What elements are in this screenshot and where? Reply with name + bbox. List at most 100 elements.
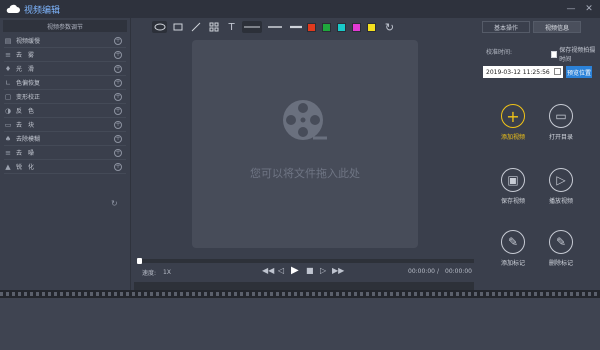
- preset-button[interactable]: 预览位置: [566, 66, 592, 78]
- save-icon: ▣: [501, 168, 525, 192]
- yellow-color-swatch[interactable]: [367, 22, 376, 32]
- rewind-icon[interactable]: ◀◀: [262, 266, 274, 275]
- add-effect-icon[interactable]: +: [114, 51, 122, 59]
- thin-line-icon[interactable]: [242, 21, 262, 33]
- time-separator: /: [437, 268, 440, 275]
- playback-controls: 速度: 1X ◀◀ ◁ ▶ ■ ▷ ▶▶ 00:00:00 / 00:00:00: [134, 263, 474, 281]
- layers-icon: ▤: [4, 36, 12, 45]
- sharpen-icon: ▲: [5, 162, 11, 171]
- add-effect-icon[interactable]: +: [114, 121, 122, 129]
- title-bar: 视频编辑 — ✕: [0, 0, 600, 18]
- window-controls: — ✕: [564, 2, 596, 16]
- effect-label: 视频缓慢: [16, 38, 41, 45]
- blur-icon: ♠: [4, 134, 12, 143]
- effect-item[interactable]: ♦ 光 滑 +: [4, 62, 126, 76]
- undo-icon[interactable]: ↻: [382, 21, 397, 34]
- ellipse-tool-icon[interactable]: [152, 21, 167, 33]
- red-color-swatch[interactable]: [307, 22, 316, 32]
- plus-icon: +: [501, 104, 525, 128]
- fast-forward-icon[interactable]: ▶▶: [332, 266, 344, 275]
- keep-time-option[interactable]: 保存视频拍摄时间: [551, 45, 600, 63]
- speed-label: 速度:: [142, 269, 157, 277]
- play-icon[interactable]: ▶: [291, 265, 299, 276]
- stop-icon[interactable]: ■: [306, 266, 314, 275]
- datetime-field[interactable]: 2019-03-12 11:25:56: [483, 66, 563, 78]
- save-video-label: 保存视频: [500, 198, 525, 205]
- cloud-logo-icon: [6, 4, 20, 14]
- effect-label: 变形校正: [16, 94, 41, 101]
- play-video-button[interactable]: ▷ 播放视频: [541, 168, 581, 205]
- magenta-color-swatch[interactable]: [352, 22, 361, 32]
- close-icon[interactable]: ✕: [582, 2, 596, 16]
- add-video-label: 添加视频: [500, 134, 525, 141]
- green-color-swatch[interactable]: [322, 22, 331, 32]
- add-effect-icon[interactable]: +: [114, 37, 122, 45]
- left-panel-header: 视频参数调节: [3, 20, 127, 32]
- time-current: 00:00:00: [408, 268, 435, 275]
- reset-icon[interactable]: ↻: [111, 199, 118, 208]
- draw-toolbar: T ↻: [152, 20, 404, 34]
- app-title: 视频编辑: [24, 5, 61, 16]
- control-bar-base: [134, 282, 474, 290]
- effect-item[interactable]: ∟ 色偏恢复 +: [4, 76, 126, 90]
- fog-icon: ≡: [5, 50, 11, 59]
- effect-label: 去 块: [16, 122, 35, 129]
- line-tool-icon[interactable]: [188, 21, 203, 33]
- add-effect-icon[interactable]: +: [114, 79, 122, 87]
- text-tool-icon[interactable]: T: [224, 21, 239, 33]
- effect-item[interactable]: ≡ 去 雾 +: [4, 48, 126, 62]
- save-video-button[interactable]: ▣ 保存视频: [493, 168, 533, 205]
- effect-item[interactable]: ♠ 去除模糊 +: [4, 132, 126, 146]
- film-reel-icon: [281, 98, 329, 148]
- minimize-icon[interactable]: —: [564, 2, 578, 16]
- cyan-color-swatch[interactable]: [337, 22, 346, 32]
- right-tabs: 基本操作 视频信息: [482, 21, 584, 34]
- pen-add-icon: ✎: [501, 230, 525, 254]
- contrast-icon: ◑: [4, 106, 12, 115]
- delete-mark-button[interactable]: ✎ 删除标记: [541, 230, 581, 267]
- effect-label: 色偏恢复: [16, 80, 41, 87]
- film-strip: [0, 290, 600, 298]
- add-mark-button[interactable]: ✎ 添加标记: [493, 230, 533, 267]
- speed-value[interactable]: 1X: [163, 269, 171, 276]
- time-total: 00:00:00: [445, 268, 472, 275]
- effect-item[interactable]: ▭ 去 块 +: [4, 118, 126, 132]
- step-forward-icon[interactable]: ▷: [320, 266, 326, 275]
- effect-item[interactable]: ≡ 去 噪 +: [4, 146, 126, 160]
- add-effect-icon[interactable]: +: [114, 163, 122, 171]
- delete-mark-label: 删除标记: [548, 260, 573, 267]
- drop-hint-text: 您可以将文件拖入此处: [250, 167, 360, 180]
- add-effect-icon[interactable]: +: [114, 93, 122, 101]
- left-panel: 视频参数调节 ▤ 视频缓慢 + ≡ 去 雾 + ♦ 光 滑 + ∟ 色偏恢复 + ▢ 变形校正 + …: [0, 18, 131, 290]
- pen-delete-icon: ✎: [549, 230, 573, 254]
- add-effect-icon[interactable]: +: [114, 65, 122, 73]
- add-video-button[interactable]: + 添加视频: [493, 104, 533, 141]
- keep-time-label: 保存视频拍摄时间: [559, 47, 596, 63]
- rect-tool-icon[interactable]: [170, 21, 185, 33]
- calibrate-time-label: 校准时间:: [486, 49, 513, 56]
- add-mark-label: 添加标记: [500, 260, 525, 267]
- mosaic-tool-icon[interactable]: [206, 21, 221, 33]
- medium-line-icon[interactable]: [265, 21, 285, 33]
- add-effect-icon[interactable]: +: [114, 107, 122, 115]
- step-back-icon[interactable]: ◁: [278, 266, 284, 275]
- keep-time-checkbox[interactable]: [551, 50, 558, 58]
- play-video-label: 播放视频: [548, 198, 573, 205]
- calendar-icon[interactable]: [554, 68, 561, 75]
- effect-item[interactable]: ▲ 锐 化 +: [4, 160, 126, 174]
- effect-label: 反 色: [16, 108, 35, 115]
- tab-video-info[interactable]: 视频信息: [533, 21, 581, 33]
- thick-line-icon[interactable]: [288, 21, 304, 33]
- film-strip-holes: [0, 292, 600, 296]
- add-effect-icon[interactable]: +: [114, 135, 122, 143]
- effect-item[interactable]: ◑ 反 色 +: [4, 104, 126, 118]
- video-drop-area[interactable]: 您可以将文件拖入此处: [192, 40, 418, 248]
- drop-icon: ♦: [4, 64, 12, 73]
- app-window: 视频编辑 — ✕ 视频参数调节 ▤ 视频缓慢 + ≡ 去 雾 + ♦ 光 滑 + ∟ 色偏恢复…: [0, 0, 600, 350]
- open-folder-label: 打开目录: [548, 134, 573, 141]
- effect-item[interactable]: ▢ 变形校正 +: [4, 90, 126, 104]
- open-folder-button[interactable]: ▭ 打开目录: [541, 104, 581, 141]
- tab-basic[interactable]: 基本操作: [482, 21, 530, 33]
- add-effect-icon[interactable]: +: [114, 149, 122, 157]
- effect-item[interactable]: ▤ 视频缓慢 +: [4, 34, 126, 48]
